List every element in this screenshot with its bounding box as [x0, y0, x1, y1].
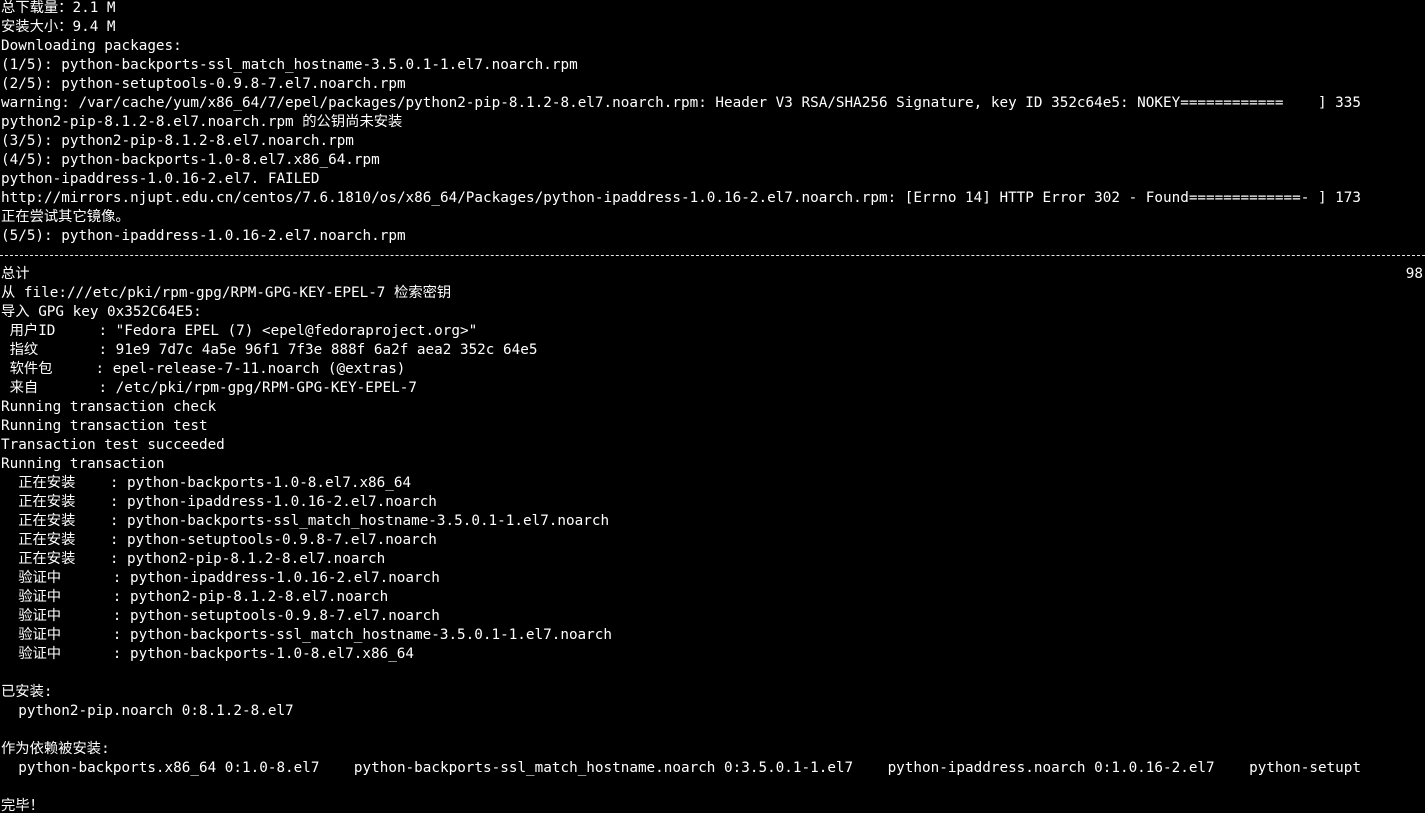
- terminal-line: 安装大小：9.4 M: [1, 19, 116, 35]
- terminal-line: Downloading packages:: [1, 38, 182, 54]
- terminal-line: 验证中 : python-backports-ssl_match_hostnam…: [1, 627, 612, 643]
- terminal-line: (4/5): python-backports-1.0-8.el7.x86_64…: [1, 152, 380, 168]
- terminal-line: 正在安装 : python-backports-ssl_match_hostna…: [1, 513, 610, 529]
- terminal-line: 正在安装 : python-ipaddress-1.0.16-2.el7.noa…: [1, 494, 437, 510]
- terminal-line: 验证中 : python2-pip-8.1.2-8.el7.noarch: [1, 589, 389, 605]
- total-speed-value: 98: [1405, 266, 1423, 282]
- terminal-line: Running transaction check: [1, 399, 217, 415]
- terminal-line: (3/5): python2-pip-8.1.2-8.el7.noarch.rp…: [1, 133, 354, 149]
- terminal-line: 验证中 : python-ipaddress-1.0.16-2.el7.noar…: [1, 570, 440, 586]
- terminal-line: 验证中 : python-setuptools-0.9.8-7.el7.noar…: [1, 608, 440, 624]
- terminal-window[interactable]: 总下载量：2.1 M 安装大小：9.4 M Downloading packag…: [0, 0, 1425, 813]
- terminal-line: Running transaction: [1, 456, 165, 472]
- terminal-line: 从 file:///etc/pki/rpm-gpg/RPM-GPG-KEY-EP…: [1, 285, 452, 301]
- terminal-line: 来自 : /etc/pki/rpm-gpg/RPM-GPG-KEY-EPEL-7: [1, 380, 417, 396]
- terminal-line: 指纹 : 91e9 7d7c 4a5e 96f1 7f3e 888f 6a2f …: [1, 342, 538, 358]
- terminal-line: 用户ID : "Fedora EPEL (7) <epel@fedoraproj…: [1, 323, 478, 339]
- terminal-line: python-backports.x86_64 0:1.0-8.el7 pyth…: [1, 760, 1361, 776]
- terminal-line: 导入 GPG key 0x352C64E5:: [1, 304, 202, 320]
- terminal-line: 软件包 : epel-release-7-11.noarch (@extras): [1, 361, 406, 377]
- terminal-line: 验证中 : python-backports-1.0-8.el7.x86_64: [1, 646, 415, 662]
- terminal-line: (2/5): python-setuptools-0.9.8-7.el7.noa…: [1, 76, 406, 92]
- terminal-line: (1/5): python-backports-ssl_match_hostna…: [1, 57, 578, 73]
- terminal-line: Transaction test succeeded: [1, 437, 225, 453]
- terminal-line: 作为依赖被安装:: [1, 741, 110, 757]
- terminal-line: Running transaction test: [1, 418, 208, 434]
- terminal-line: 总计: [1, 266, 30, 282]
- terminal-line: 已安装:: [1, 684, 53, 700]
- terminal-line: 正在尝试其它镜像。: [1, 209, 130, 225]
- terminal-line: 完毕！: [1, 798, 44, 813]
- terminal-line: warning: /var/cache/yum/x86_64/7/epel/pa…: [1, 95, 1361, 111]
- terminal-line: http://mirrors.njupt.edu.cn/centos/7.6.1…: [1, 190, 1361, 206]
- terminal-line: 总下载量：2.1 M: [1, 0, 116, 16]
- terminal-line: 正在安装 : python2-pip-8.1.2-8.el7.noarch: [1, 551, 386, 567]
- terminal-line: (5/5): python-ipaddress-1.0.16-2.el7.noa…: [1, 228, 406, 244]
- terminal-line: python-ipaddress-1.0.16-2.el7. FAILED: [1, 171, 320, 187]
- terminal-line: 正在安装 : python-setuptools-0.9.8-7.el7.noa…: [1, 532, 437, 548]
- separator-line: [0, 255, 1425, 256]
- terminal-line: python2-pip-8.1.2-8.el7.noarch.rpm 的公钥尚未…: [1, 114, 403, 130]
- terminal-line: 正在安装 : python-backports-1.0-8.el7.x86_64: [1, 475, 412, 491]
- terminal-line: python2-pip.noarch 0:8.1.2-8.el7: [1, 703, 294, 719]
